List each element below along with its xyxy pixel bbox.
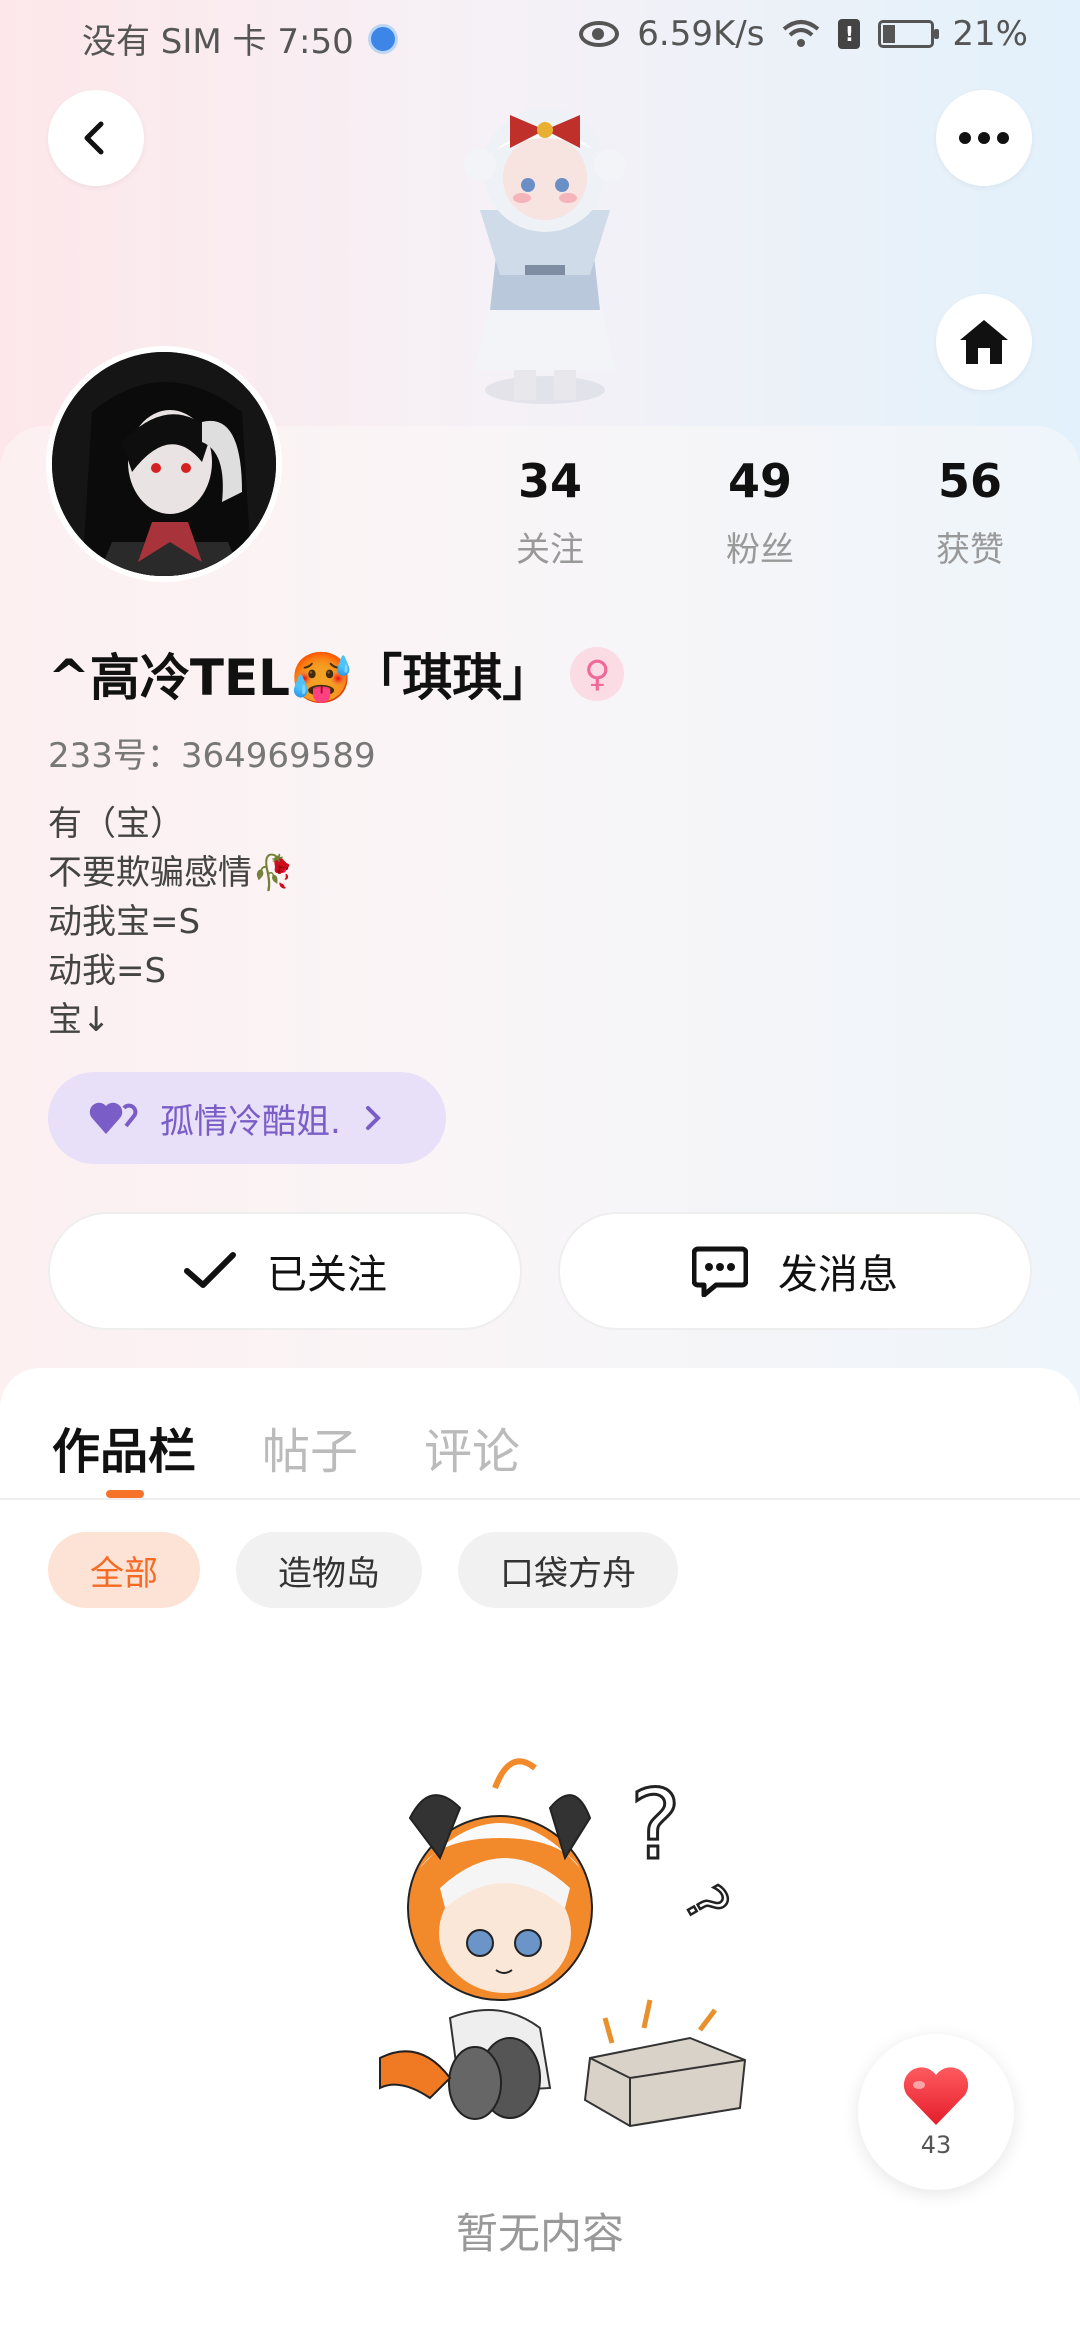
content-section: 作品栏 帖子 评论 全部 造物岛 口袋方舟 ? ? 暂无内容 xyxy=(0,1368,1080,2340)
profile-stats: 34 关注 49 粉丝 56 获赞 xyxy=(470,454,1050,571)
chat-bubble-icon xyxy=(692,1246,748,1297)
filter-chips: 全部 造物岛 口袋方舟 xyxy=(48,1532,678,1608)
stat-value: 34 xyxy=(517,454,582,508)
content-tabs: 作品栏 帖子 评论 xyxy=(52,1412,520,1482)
stat-following[interactable]: 34 关注 xyxy=(470,454,630,571)
more-button[interactable] xyxy=(936,90,1032,186)
stat-label: 关注 xyxy=(516,530,584,570)
user-id: 233号：364969589 xyxy=(48,736,376,776)
status-left: 没有 SIM 卡 7:50 xyxy=(82,14,398,63)
stat-label: 获赞 xyxy=(936,530,1004,570)
tab-posts[interactable]: 帖子 xyxy=(262,1412,358,1482)
follow-button[interactable]: 已关注 xyxy=(48,1212,522,1330)
network-speed: 6.59K/s xyxy=(637,14,765,54)
empty-state-illustration: ? ? xyxy=(379,1758,747,2128)
more-dots-icon xyxy=(959,132,1009,144)
stat-label: 粉丝 xyxy=(726,530,794,570)
checkmark-icon xyxy=(184,1252,236,1288)
banner-character xyxy=(464,108,626,404)
name-row: ^高冷TEL🥵「琪琪」 ♀ xyxy=(48,638,625,710)
chip-all[interactable]: 全部 xyxy=(48,1532,200,1608)
bio-line: 宝↓ xyxy=(48,1000,111,1040)
stat-followers[interactable]: 49 粉丝 xyxy=(680,454,840,571)
like-count: 43 xyxy=(920,2131,952,2159)
status-carrier-time: 没有 SIM 卡 7:50 xyxy=(82,22,354,62)
heart-icon xyxy=(903,2067,969,2125)
tag-label: 孤情冷酷姐. xyxy=(160,1101,341,1142)
battery-level: 21% xyxy=(952,14,1028,54)
tab-works[interactable]: 作品栏 xyxy=(52,1412,196,1482)
user-name: ^高冷TEL🥵「琪琪」 xyxy=(48,649,553,707)
tab-comments[interactable]: 评论 xyxy=(424,1412,520,1482)
chevron-right-icon xyxy=(365,1106,381,1130)
user-tag[interactable]: 孤情冷酷姐. xyxy=(48,1072,446,1164)
svg-text:?: ? xyxy=(630,1769,681,1881)
status-right: 6.59K/s ! 21% xyxy=(579,14,1028,54)
stat-likes[interactable]: 56 获赞 xyxy=(890,454,1050,571)
battery-icon xyxy=(878,20,940,48)
like-fab-button[interactable]: 43 xyxy=(858,2034,1014,2190)
follow-label: 已关注 xyxy=(267,1252,387,1298)
svg-text:?: ? xyxy=(671,1875,742,1933)
user-bio: 有（宝） 不要欺骗感情🥀 动我宝=S 动我=S 宝↓ xyxy=(48,800,294,1045)
message-label: 发消息 xyxy=(778,1252,898,1298)
avatar-image xyxy=(52,352,276,576)
wifi-icon xyxy=(783,20,820,47)
message-button[interactable]: 发消息 xyxy=(558,1212,1032,1330)
stat-value: 56 xyxy=(937,454,1002,508)
stat-value: 49 xyxy=(727,454,792,508)
home-icon xyxy=(960,320,1008,364)
home-button[interactable] xyxy=(936,294,1032,390)
no-sim-icon: ! xyxy=(838,19,861,49)
chip-creation-island[interactable]: 造物岛 xyxy=(236,1532,422,1608)
chip-pocket-ark[interactable]: 口袋方舟 xyxy=(458,1532,678,1608)
active-tab-indicator xyxy=(106,1490,144,1498)
eye-icon xyxy=(579,21,620,47)
avatar[interactable] xyxy=(46,346,282,582)
female-icon: ♀ xyxy=(570,647,625,701)
browser-globe-icon xyxy=(367,23,398,54)
empty-state-text: 暂无内容 xyxy=(455,2209,624,2258)
back-button[interactable] xyxy=(48,90,144,186)
bio-line: 有（宝） xyxy=(48,804,184,844)
bio-line: 动我宝=S xyxy=(48,902,201,942)
tabs-divider xyxy=(0,1498,1080,1500)
purple-heart-icon xyxy=(89,1102,138,1134)
avatar-illustration xyxy=(52,352,276,576)
bio-line: 动我=S xyxy=(48,951,167,991)
chevron-left-icon xyxy=(84,121,104,155)
bio-line: 不要欺骗感情🥀 xyxy=(48,853,295,893)
